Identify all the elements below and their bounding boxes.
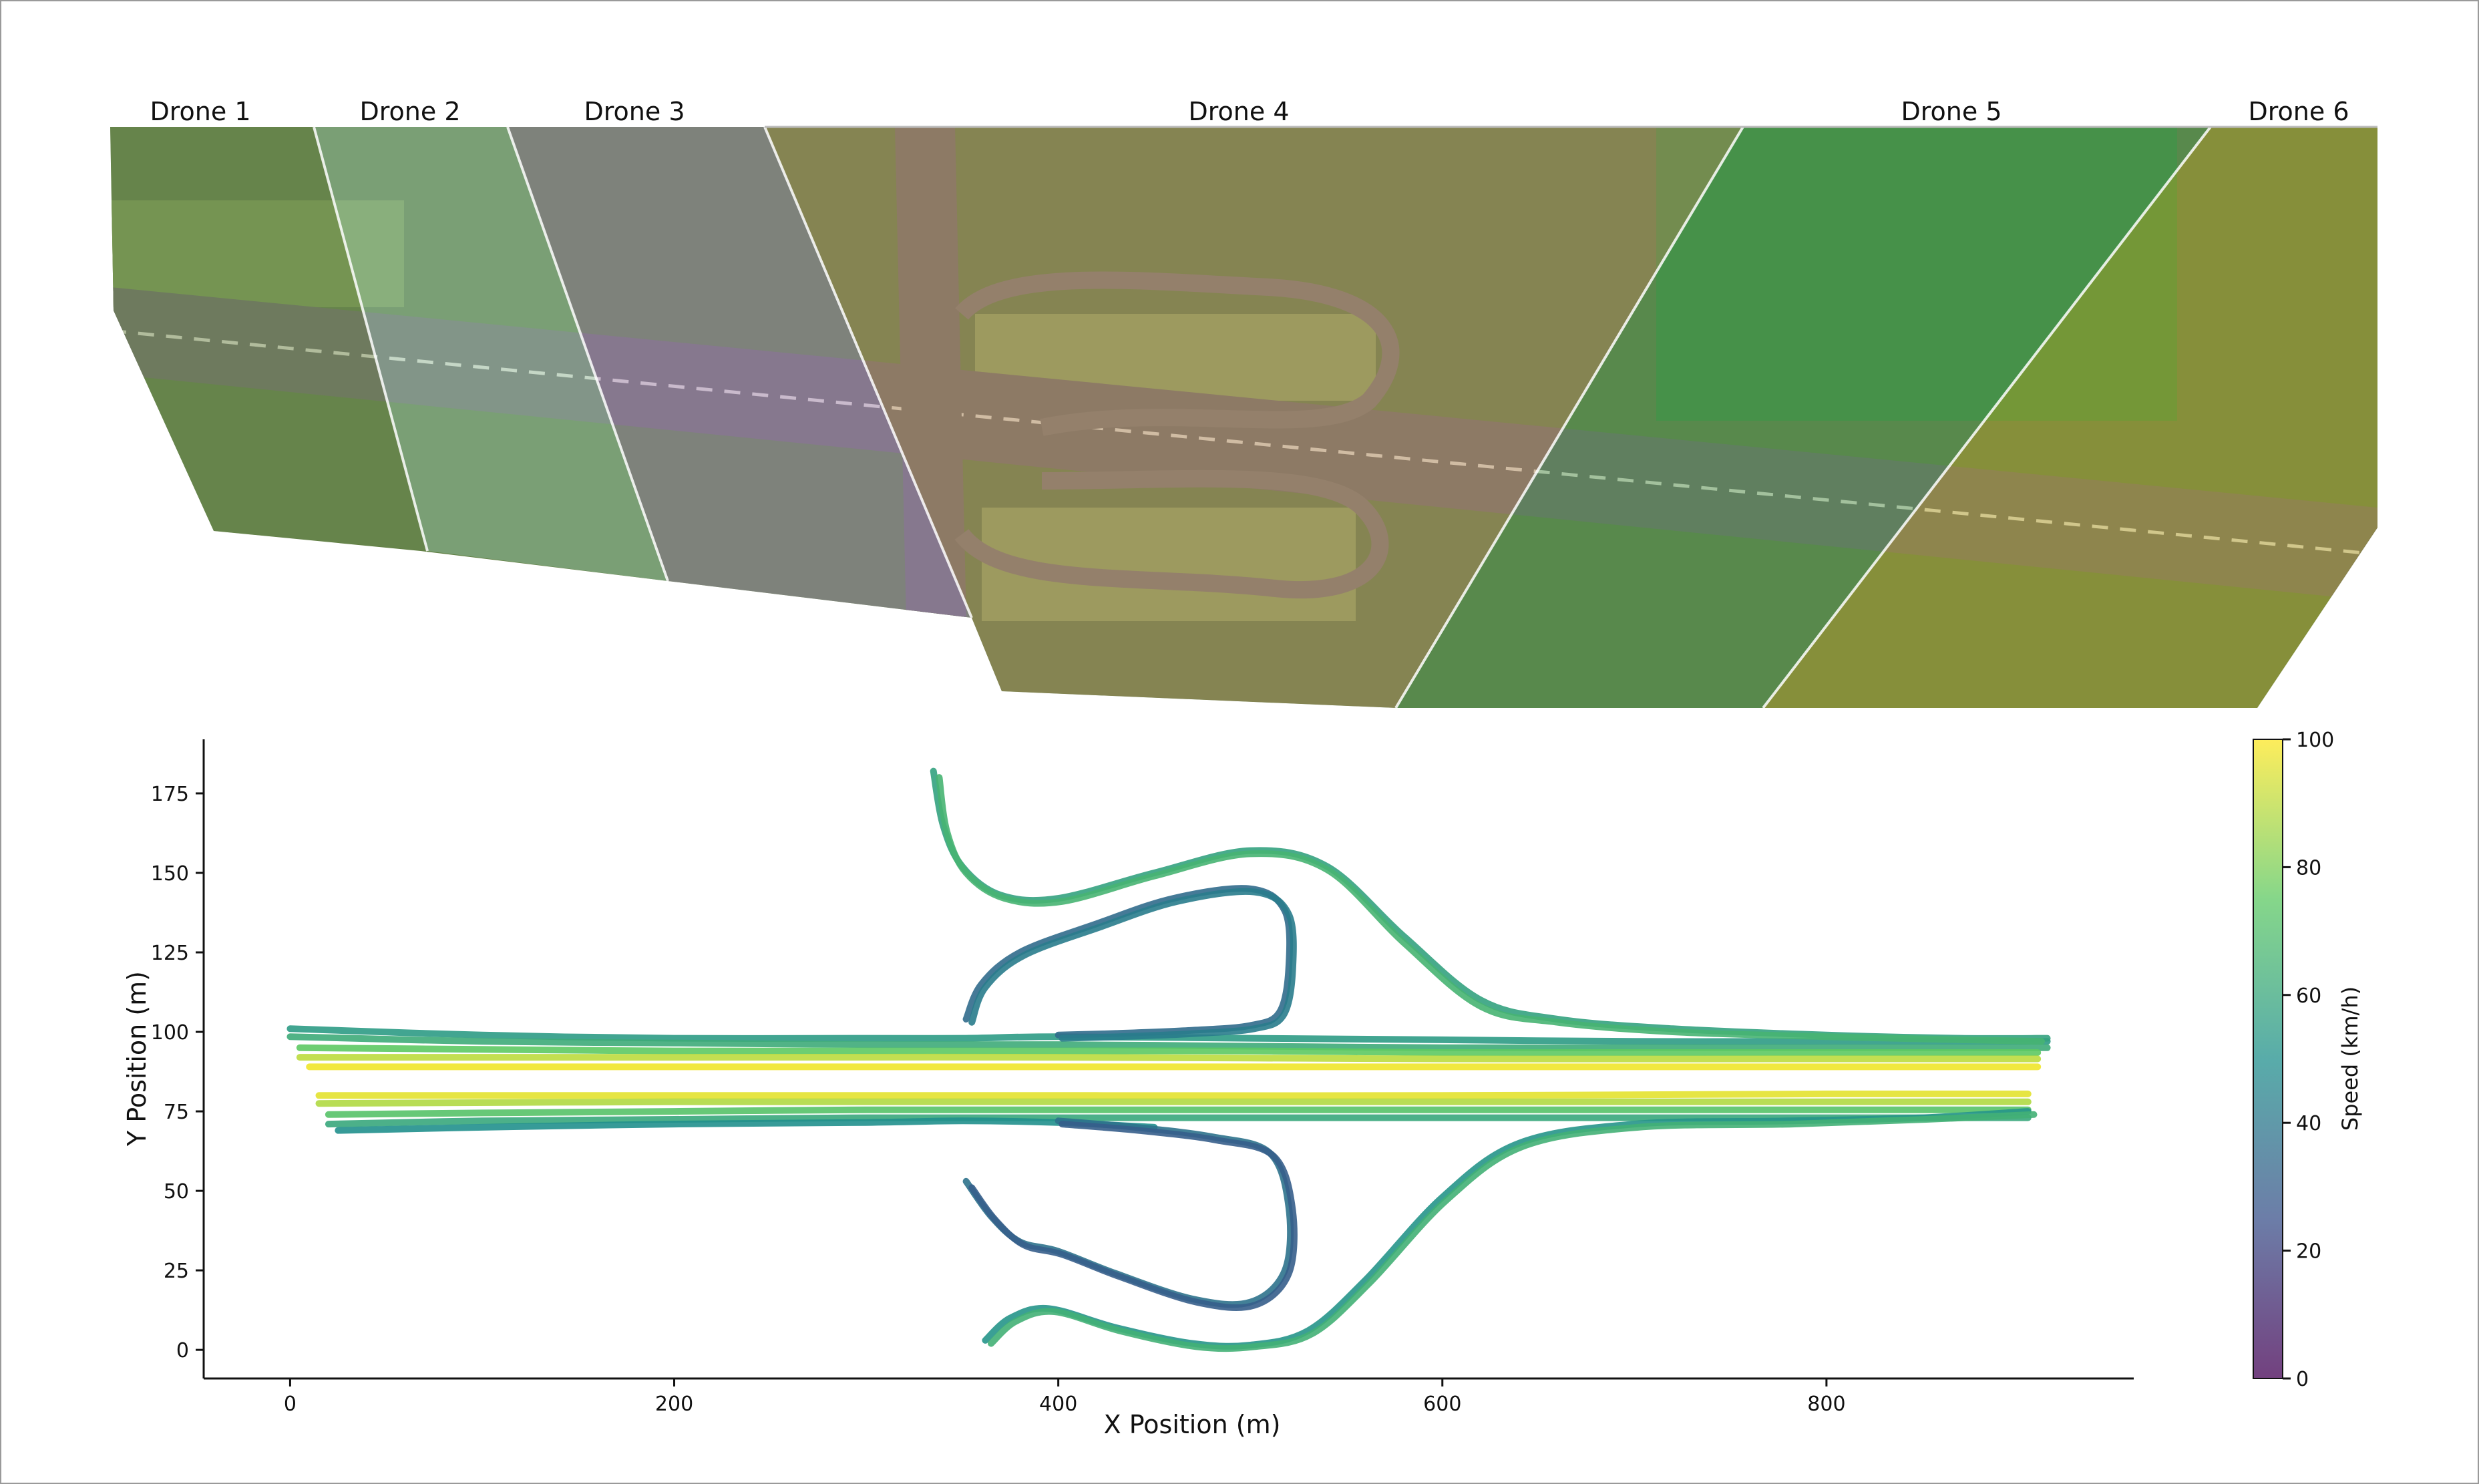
trajectory-line [982, 1108, 2032, 1350]
trajectory-chart: 0 200 400 600 800 0255075100125150175 X Posi… [122, 729, 2363, 1439]
colorbar-tick-label: 20 [2296, 1240, 2321, 1264]
colorbar-tick-label: 60 [2296, 984, 2321, 1008]
y-tick-label: 0 [176, 1339, 189, 1362]
x-tick-label: 200 [655, 1393, 693, 1416]
y-tick-label: 25 [164, 1260, 189, 1283]
colorbar [2253, 739, 2283, 1379]
y-tick-label: 150 [151, 862, 189, 886]
colorbar-tick-label: 100 [2296, 729, 2334, 752]
x-tick-label: 600 [1423, 1393, 1461, 1416]
y-tick-label: 100 [151, 1021, 189, 1045]
trajectory-line [315, 1090, 2032, 1099]
trajectory-line [968, 1121, 1298, 1311]
x-tick-label: 800 [1807, 1393, 1845, 1416]
trajectory-line [296, 1053, 2042, 1063]
x-tick-label: 400 [1039, 1393, 1077, 1416]
x-ticks: 0 200 400 600 800 [284, 1378, 1846, 1416]
y-tick-label: 175 [151, 783, 189, 806]
y-tick-label: 50 [164, 1180, 189, 1203]
colorbar-tick-label: 40 [2296, 1112, 2321, 1135]
colorbar-title: Speed (km/h) [2337, 986, 2363, 1131]
trajectory-line [930, 767, 2051, 1042]
trajectory-line [968, 888, 1297, 1042]
trajectory-line [988, 1111, 2038, 1352]
y-tick-label: 125 [151, 942, 189, 965]
colorbar-tick-label: 0 [2296, 1368, 2309, 1391]
x-tick-label: 0 [284, 1393, 297, 1416]
trajectory-lines [287, 767, 2051, 1352]
x-axis-title: X Position (m) [1104, 1410, 1281, 1439]
y-axis-title: Y Position (m) [122, 971, 152, 1147]
trajectory-line [325, 1106, 2032, 1118]
y-tick-label: 75 [164, 1101, 189, 1124]
colorbar-ticks: 0 20 40 60 80 100 [2283, 729, 2334, 1391]
y-ticks: 0 25 50 75 100 125 150 175 [151, 783, 204, 1362]
trajectory-line [315, 1098, 2032, 1107]
colorbar-tick-label: 80 [2296, 856, 2321, 880]
